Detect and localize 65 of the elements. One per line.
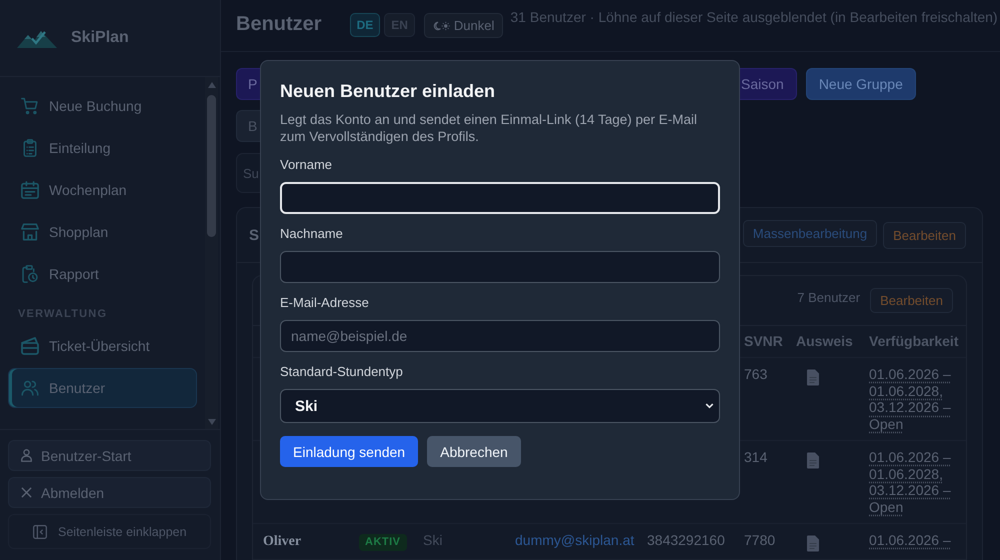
clipboard-clock-icon [21,265,39,283]
text-input[interactable]: name@beispiel.de [280,320,720,352]
text-input[interactable] [280,251,720,283]
column-header: Ausweis [796,333,853,349]
scroll-down-icon[interactable] [208,419,216,425]
field-label: Nachname [280,226,343,242]
theme-button[interactable]: Dunkel [424,13,504,38]
field-label: E-Mail-Adresse [280,295,369,311]
nav-item[interactable]: Wochenplan [8,170,197,210]
column-header: SVNR [744,333,783,349]
field-label: Vorname [280,157,332,173]
document-icon[interactable] [807,369,819,386]
availability-text: 01.06.2026 – [869,532,951,548]
nav-item[interactable]: Einteilung [8,128,197,168]
edit-button[interactable]: Bearbeiten [883,222,966,248]
nav-item[interactable]: Neue Buchung [8,86,197,126]
bulk-edit-button[interactable]: Massenbearbeitung [742,220,878,247]
store-icon [21,223,39,241]
chevron-down-icon [705,403,714,409]
scrollbar-thumb[interactable] [207,95,216,237]
toolbar-button[interactable]: P [236,68,260,100]
column-header: Verfügbarkeit [869,333,958,349]
user-count: 7 Benutzer [797,290,860,305]
nav-item[interactable]: Rapport [8,254,197,294]
nav-item[interactable]: Ticket-Übersicht [8,326,197,366]
calendar-icon [21,181,39,199]
scroll-up-icon[interactable] [208,82,216,88]
moon-sun-icon [432,20,450,30]
availability-text: 01.06.2026 – 01.06.2028, 03.12.2026 – Open [869,366,951,432]
table-cell: 3843292160 [647,532,725,548]
logout-button[interactable]: Abmelden [8,477,211,508]
user-icon [21,449,32,462]
sidebar-collapse-icon [33,524,47,538]
tickets-icon [21,337,39,355]
card-title: S [249,226,260,244]
document-icon[interactable] [807,452,819,469]
close-icon [21,487,32,498]
nav-item[interactable]: Benutzer [8,368,197,408]
send-invite-button[interactable]: Einladung senden [280,436,418,467]
toolbar-button[interactable]: Neue Gruppe [806,68,916,100]
table-cell: 763 [744,366,768,382]
toolbar-button[interactable]: Saison [740,68,797,100]
info-text: 31 Benutzer · Löhne auf dieser Seite ausgeblendet (in Bearbeiten freischalten) [510,9,998,26]
select-field[interactable]: Ski [280,389,720,423]
users-icon [21,379,39,397]
edit-button[interactable]: Bearbeiten [870,288,953,313]
user-name: Oliver [263,534,302,549]
status-badge: AKTIV [359,534,406,551]
availability-text: 01.06.2026 – 01.06.2028, 03.12.2026 – Open [869,448,951,515]
collapse-sidebar-button[interactable]: Seitenleiste einklappen [8,514,211,549]
cancel-button[interactable]: Abbrechen [427,436,521,467]
nav-item[interactable]: Shopplan [8,212,197,252]
table-cell: 314 [744,448,768,465]
document-icon[interactable] [807,534,819,552]
field-label: Standard-Stundentyp [280,364,403,380]
dialog-description: Legt das Konto an und sendet einen Einmal-Link (14 Tage) per E-Mail zum Vervollständigen des Profils. [280,111,698,145]
brand-name: SkiPlan [71,29,129,47]
cart-icon [21,97,39,115]
user-start-button[interactable]: Benutzer-Start [8,440,211,471]
dialog-title: Neuen Benutzer einladen [280,80,496,102]
clipboard-list-icon [21,139,39,157]
page-title: Benutzer [236,12,322,36]
table-cell: 7780 [744,532,776,548]
email-link[interactable]: dummy@skiplan.at [515,532,634,548]
language-tab[interactable]: DE [350,13,380,37]
